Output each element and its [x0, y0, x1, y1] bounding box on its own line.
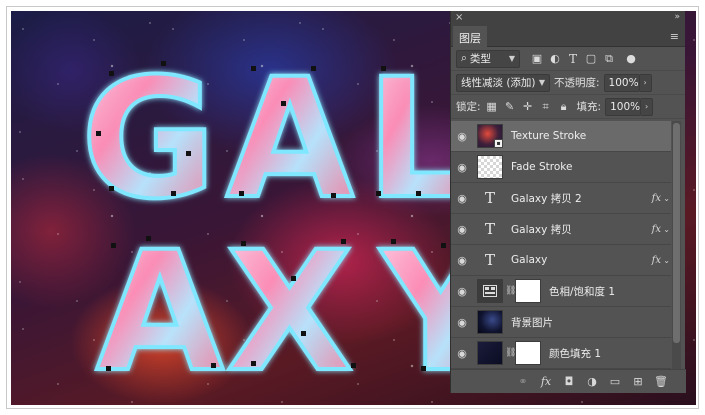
- chevron-right-icon[interactable]: ›: [639, 73, 652, 92]
- hue-saturation-glyph: [483, 285, 497, 297]
- fx-badge[interactable]: fx: [652, 255, 661, 266]
- layers-scrollbar[interactable]: [672, 121, 681, 369]
- chevron-right-icon[interactable]: ›: [641, 97, 654, 116]
- trash-icon[interactable]: 🗑︎: [654, 375, 668, 388]
- chevron-down-icon[interactable]: ⌄: [663, 194, 670, 203]
- smart-object-badge-icon: ▪: [494, 139, 503, 148]
- lock-label: 锁定:: [456, 101, 481, 113]
- smart-object-filter-icon[interactable]: ⧉: [602, 52, 616, 66]
- layer-row[interactable]: ◉ ⛓︎ 颜色填充 1: [451, 338, 671, 369]
- filter-type-select[interactable]: ⌕ 类型 ▼: [456, 49, 520, 68]
- lock-all-icon[interactable]: 🔒︎: [557, 100, 571, 114]
- type-layer-icon: T: [484, 189, 495, 207]
- opacity-control: 100% ›: [603, 73, 652, 92]
- layer-name: Galaxy 拷贝 2: [511, 192, 582, 205]
- adjustment-filter-icon[interactable]: ◐: [548, 52, 562, 66]
- hue-saturation-icon: [477, 279, 503, 303]
- chevron-down-icon: ▼: [538, 78, 545, 87]
- lock-artboard-icon[interactable]: ⌗: [539, 100, 553, 114]
- add-mask-icon[interactable]: ◘: [562, 375, 576, 388]
- panel-tab-bar: 图层 ≡: [451, 26, 685, 47]
- eye-icon[interactable]: ◉: [451, 223, 473, 236]
- layer-row[interactable]: ◉ T Galaxy fx ⌄: [451, 245, 671, 276]
- layer-name: 色相/饱和度 1: [549, 285, 616, 298]
- blend-mode-select[interactable]: 线性减淡 (添加) ▼: [456, 73, 550, 92]
- layer-row[interactable]: ◉ ▪ Texture Stroke: [451, 121, 671, 152]
- scrollbar-thumb[interactable]: [673, 123, 680, 343]
- collapse-icon[interactable]: »: [674, 12, 680, 22]
- fx-icon[interactable]: fx: [539, 375, 553, 388]
- opacity-input[interactable]: 100%: [603, 73, 640, 92]
- lock-transparent-icon[interactable]: ▦: [485, 100, 499, 114]
- letter-g: G: [81, 43, 216, 235]
- filter-toggle-icon[interactable]: ●: [624, 52, 638, 66]
- type-filter-icon[interactable]: T: [566, 52, 580, 66]
- link-icon[interactable]: ⛓︎: [505, 348, 516, 358]
- new-group-icon[interactable]: ▭: [608, 375, 622, 388]
- fx-badge[interactable]: fx: [652, 224, 661, 235]
- chevron-down-icon: ▼: [508, 54, 515, 63]
- layer-row[interactable]: ◉ 背景图片: [451, 307, 671, 338]
- filter-row: ⌕ 类型 ▼ ▣ ◐ T ▢ ⧉ ●: [451, 47, 685, 71]
- layer-row[interactable]: ◉ T Galaxy 拷贝 fx ⌄: [451, 214, 671, 245]
- layer-thumbnail: ▪: [477, 124, 503, 148]
- layers-bottom-toolbar: ⚭ fx ◘ ◑ ▭ ⊞ 🗑︎: [451, 369, 686, 393]
- layer-thumbnail: [477, 341, 503, 365]
- panel-titlebar: × »: [451, 11, 685, 26]
- eye-icon[interactable]: ◉: [451, 161, 473, 174]
- layer-name: 颜色填充 1: [549, 347, 602, 360]
- fill-input[interactable]: 100%: [605, 97, 642, 116]
- search-icon: ⌕: [461, 52, 467, 64]
- eye-icon[interactable]: ◉: [451, 192, 473, 205]
- eye-icon[interactable]: ◉: [451, 347, 473, 360]
- layer-name: Texture Stroke: [511, 130, 587, 142]
- layer-row[interactable]: ◉ Fade Stroke: [451, 152, 671, 183]
- layer-thumbnail: [477, 155, 503, 179]
- layer-name: 背景图片: [511, 316, 553, 329]
- link-icon[interactable]: ⛓︎: [505, 286, 516, 296]
- filter-type-label: 类型: [469, 53, 491, 65]
- lock-position-icon[interactable]: ✛: [521, 100, 535, 114]
- layers-panel: × » 图层 ≡ ⌕ 类型 ▼ ▣ ◐ T ▢ ⧉ ● 线性减淡 (添加) ▼ …: [450, 11, 686, 393]
- new-layer-icon[interactable]: ⊞: [631, 375, 645, 388]
- layer-name: Galaxy: [511, 254, 548, 266]
- lock-row: 锁定: ▦ ✎ ✛ ⌗ 🔒︎ 填充: 100% ›: [451, 95, 685, 119]
- image-filter-icon[interactable]: ▣: [530, 52, 544, 66]
- layer-thumbnail: [477, 310, 503, 334]
- layer-row[interactable]: ◉ T Galaxy 拷贝 2 fx ⌄: [451, 183, 671, 214]
- close-icon[interactable]: ×: [455, 12, 463, 23]
- panel-menu-icon[interactable]: ≡: [670, 30, 679, 43]
- fill-control: 100% ›: [605, 97, 654, 116]
- blend-row: 线性减淡 (添加) ▼ 不透明度: 100% ›: [451, 71, 685, 95]
- link-icon[interactable]: ⚭: [516, 375, 530, 388]
- chevron-down-icon[interactable]: ⌄: [663, 256, 670, 265]
- eye-icon[interactable]: ◉: [451, 316, 473, 329]
- lock-image-icon[interactable]: ✎: [503, 100, 517, 114]
- fill-label: 填充:: [576, 101, 602, 113]
- eye-icon[interactable]: ◉: [451, 285, 473, 298]
- layer-row[interactable]: ◉ ⛓︎ 色相/饱和度 1: [451, 276, 671, 307]
- fx-badge[interactable]: fx: [652, 193, 661, 204]
- layer-mask-thumbnail[interactable]: [515, 279, 541, 303]
- layer-name: Fade Stroke: [511, 161, 573, 173]
- tab-layers[interactable]: 图层: [453, 26, 487, 47]
- eye-icon[interactable]: ◉: [451, 130, 473, 143]
- new-adjustment-icon[interactable]: ◑: [585, 375, 599, 388]
- layer-mask-thumbnail[interactable]: [515, 341, 541, 365]
- opacity-label: 不透明度:: [554, 77, 600, 89]
- eye-icon[interactable]: ◉: [451, 254, 473, 267]
- blend-mode-value: 线性减淡 (添加): [461, 77, 536, 89]
- layers-list: ◉ ▪ Texture Stroke ◉ Fade Stroke ◉ T Gal…: [451, 121, 671, 369]
- letter-a-top: A: [226, 43, 354, 235]
- type-layer-icon: T: [484, 220, 495, 238]
- shape-filter-icon[interactable]: ▢: [584, 52, 598, 66]
- type-layer-icon: T: [484, 251, 495, 269]
- layer-name: Galaxy 拷贝: [511, 223, 572, 236]
- chevron-down-icon[interactable]: ⌄: [663, 225, 670, 234]
